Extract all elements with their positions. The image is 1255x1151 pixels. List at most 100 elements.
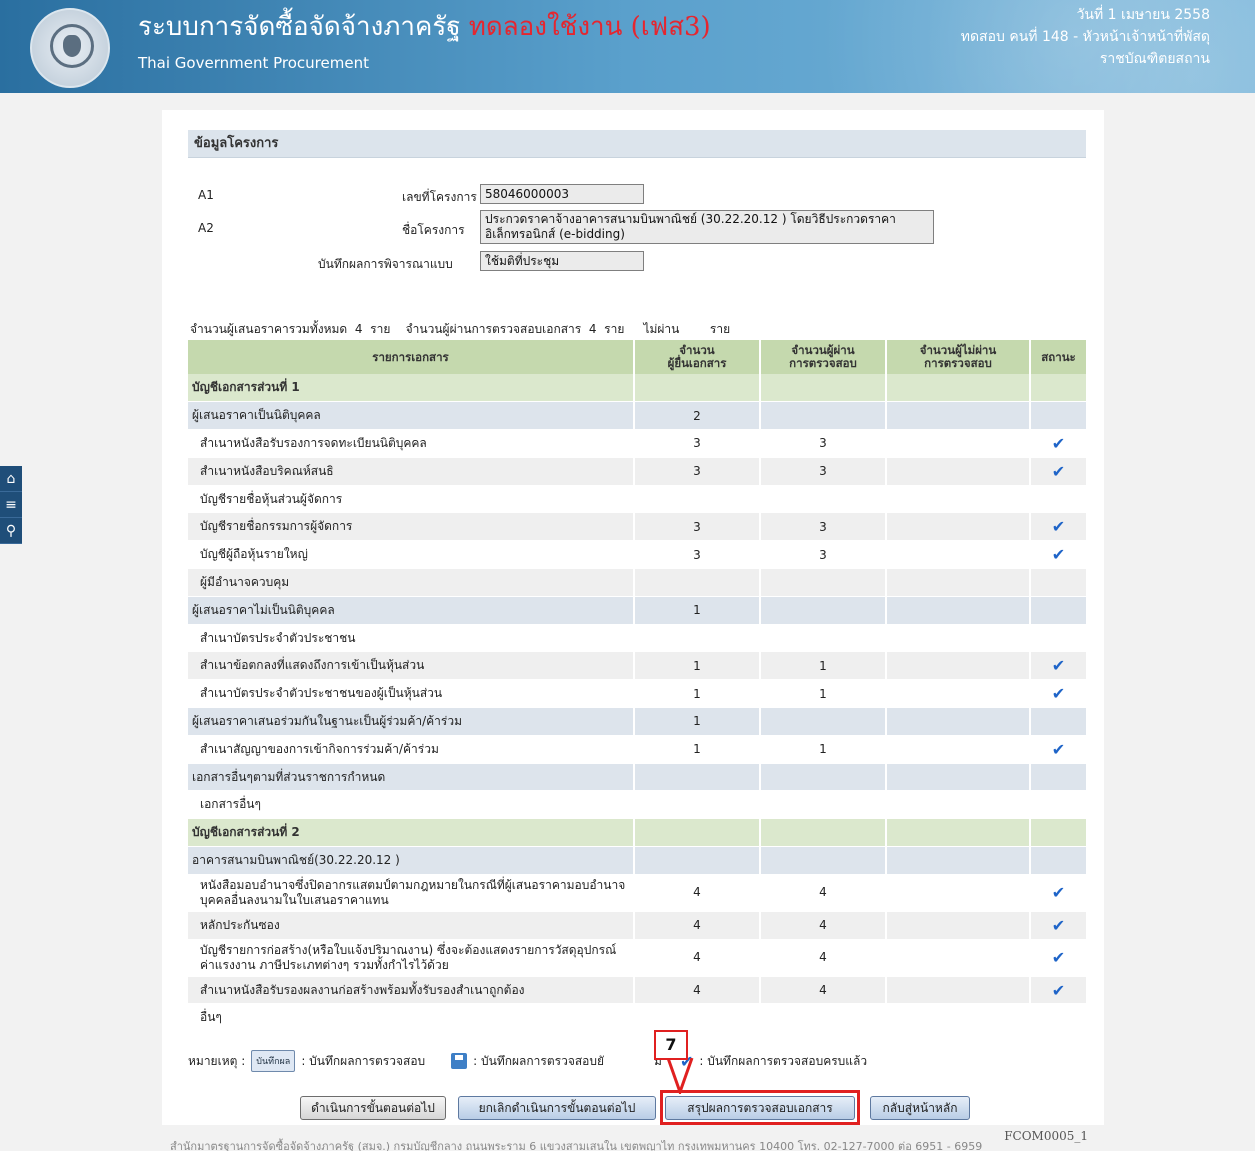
document-name: สำเนาหนังสือรับรองการจดทะเบียนนิติบุคคล	[188, 429, 635, 458]
checkmark-icon[interactable]: ✔	[1052, 462, 1065, 481]
checkmark-icon[interactable]: ✔	[1052, 656, 1065, 675]
cancel-next-step-button[interactable]: ยกเลิกดำเนินการขั้นตอนต่อไป	[458, 1096, 656, 1120]
table-row: สำเนาหนังสือบริคณห์สนธิ 3 3 ✔	[188, 457, 1086, 486]
passed-count: 3	[760, 457, 887, 486]
status-cell	[1030, 846, 1086, 875]
failed-count	[886, 818, 1031, 848]
table-row: อื่นๆ	[188, 1003, 1086, 1033]
document-name: ผู้เสนอราคาเป็นนิติบุคคล	[188, 401, 635, 431]
user-info: วันที่ 1 เมษายน 2558 ทดสอบ คนที่ 148 - ห…	[961, 4, 1210, 70]
status-cell: ✔	[1030, 911, 1086, 940]
menu-icon[interactable]: ≡	[0, 492, 22, 518]
record-mode-field[interactable]: ใช้มติที่ประชุม	[480, 251, 644, 271]
table-row: สำเนาหนังสือรับรองผลงานก่อสร้างพร้อมทั้ง…	[188, 976, 1086, 1005]
status-cell	[1030, 707, 1086, 736]
status-cell: ✔	[1030, 939, 1086, 977]
failed-count	[886, 707, 1031, 736]
passed-count	[760, 401, 887, 431]
bidder-summary: จำนวนผู้เสนอราคารวมทั้งหมด 4 ราย จำนวนผู…	[190, 322, 731, 336]
passed-count	[760, 568, 887, 597]
document-name: บัญชีรายชื่อกรรมการผู้จัดการ	[188, 512, 635, 542]
project-name-label: ชื่อโครงการ	[402, 223, 465, 237]
passed-count	[760, 485, 887, 514]
status-cell	[1030, 790, 1086, 820]
checkmark-icon[interactable]: ✔	[1052, 517, 1065, 536]
submitted-count: 2	[634, 401, 761, 431]
system-title: ระบบการจัดซื้อจัดจ้างภาครัฐ ทดลองใช้งาน (…	[138, 12, 711, 42]
project-number-field[interactable]: 58046000003	[480, 184, 644, 204]
search-icon[interactable]: ⚲	[0, 518, 22, 544]
passed-count: 3	[760, 540, 887, 570]
submitted-count: 3	[634, 429, 761, 458]
status-cell: ✔	[1030, 976, 1086, 1005]
step-callout: 7	[654, 1030, 688, 1060]
checkmark-icon[interactable]: ✔	[1052, 740, 1065, 759]
table-row: หลักประกันซอง 4 4 ✔	[188, 911, 1086, 940]
submitted-count: 4	[634, 976, 761, 1005]
failed-count	[886, 976, 1031, 1005]
page-code: FCOM0005_1	[1004, 1129, 1088, 1143]
current-user: ทดสอบ คนที่ 148 - หัวหน้าเจ้าหน้าที่พัสด…	[960, 29, 1210, 45]
checkmark-icon[interactable]: ✔	[1052, 545, 1065, 564]
current-date: วันที่ 1 เมษายน 2558	[1076, 7, 1210, 23]
record-mode-label: บันทึกผลการพิจารณาแบบ	[318, 257, 453, 271]
status-cell: ✔	[1030, 540, 1086, 570]
back-home-button[interactable]: กลับสู่หน้าหลัก	[870, 1096, 970, 1120]
failed-count	[886, 429, 1031, 458]
document-name: หลักประกันซอง	[188, 911, 635, 940]
col-passed: จำนวนผู้ผ่าน การตรวจสอบ	[760, 340, 887, 374]
next-step-button[interactable]: ดำเนินการขั้นตอนต่อไป	[300, 1096, 446, 1120]
project-name-field[interactable]: ประกวดราคาจ้างอาคารสนามบินพาณิชย์ (30.22…	[480, 210, 934, 244]
failed-count	[886, 568, 1031, 597]
failed-count	[886, 651, 1031, 681]
failed-count	[886, 846, 1031, 875]
passed-count: 1	[760, 679, 887, 709]
submitted-count	[634, 846, 761, 875]
table-row: ผู้มีอำนาจควบคุม	[188, 568, 1086, 597]
table-row: สำเนาบัตรประจำตัวประชาชนของผู้เป็นหุ้นส่…	[188, 679, 1086, 709]
passed-count: 4	[760, 976, 887, 1005]
table-header: รายการเอกสาร จำนวน ผู้ยื่นเอกสาร จำนวนผู…	[188, 340, 1086, 374]
table-row: บัญชีรายชื่อหุ้นส่วนผู้จัดการ	[188, 485, 1086, 514]
submitted-count: 4	[634, 939, 761, 977]
checkmark-icon[interactable]: ✔	[1052, 948, 1065, 967]
status-cell	[1030, 763, 1086, 792]
legend-text-record: : บันทึกผลการตรวจสอบ	[301, 1053, 426, 1068]
passed-count: 4	[760, 939, 887, 977]
status-cell	[1030, 485, 1086, 514]
submitted-count: 3	[634, 457, 761, 486]
status-cell: ✔	[1030, 651, 1086, 681]
document-name: สำเนาสัญญาของการเข้ากิจการร่วมค้า/ค้าร่ว…	[188, 735, 635, 764]
comptroller-logo	[30, 8, 110, 88]
table-row: หนังสือมอบอำนาจซึ่งปิดอากรแสตมป์ตามกฎหมา…	[188, 874, 1086, 912]
table-row: บัญชีผู้ถือหุ้นรายใหญ่ 3 3 ✔	[188, 540, 1086, 570]
submitted-count: 4	[634, 911, 761, 940]
failed-count	[886, 679, 1031, 709]
table-row: เอกสารอื่นๆ	[188, 790, 1086, 820]
test-badge: ทดลองใช้งาน (เฟส3)	[468, 12, 711, 42]
highlight-box	[660, 1090, 860, 1125]
passed-count: 4	[760, 874, 887, 912]
document-name: บัญชีเอกสารส่วนที่ 1	[188, 374, 635, 403]
document-name: บัญชีรายชื่อหุ้นส่วนผู้จัดการ	[188, 485, 635, 514]
checkmark-icon[interactable]: ✔	[1052, 434, 1065, 453]
failed-count	[886, 457, 1031, 486]
passed-count	[760, 624, 887, 653]
checkmark-icon[interactable]: ✔	[1052, 684, 1065, 703]
submitted-count: 3	[634, 512, 761, 542]
passed-count	[760, 707, 887, 736]
system-title-en: Thai Government Procurement	[138, 54, 369, 72]
checkmark-icon[interactable]: ✔	[1052, 981, 1065, 1000]
checkmark-icon[interactable]: ✔	[1052, 916, 1065, 935]
checkmark-icon[interactable]: ✔	[1052, 883, 1065, 902]
submitted-count	[634, 790, 761, 820]
document-name: บัญชีรายการก่อสร้าง(หรือใบแจ้งปริมาณงาน)…	[188, 939, 635, 977]
document-name: สำเนาหนังสือรับรองผลงานก่อสร้างพร้อมทั้ง…	[188, 976, 635, 1005]
submitted-count: 1	[634, 596, 761, 625]
failed-count	[886, 1003, 1031, 1033]
status-cell: ✔	[1030, 874, 1086, 912]
side-nav: ⌂ ≡ ⚲	[0, 466, 22, 544]
passed-count	[760, 596, 887, 625]
home-icon[interactable]: ⌂	[0, 466, 22, 492]
failed-count	[886, 735, 1031, 764]
